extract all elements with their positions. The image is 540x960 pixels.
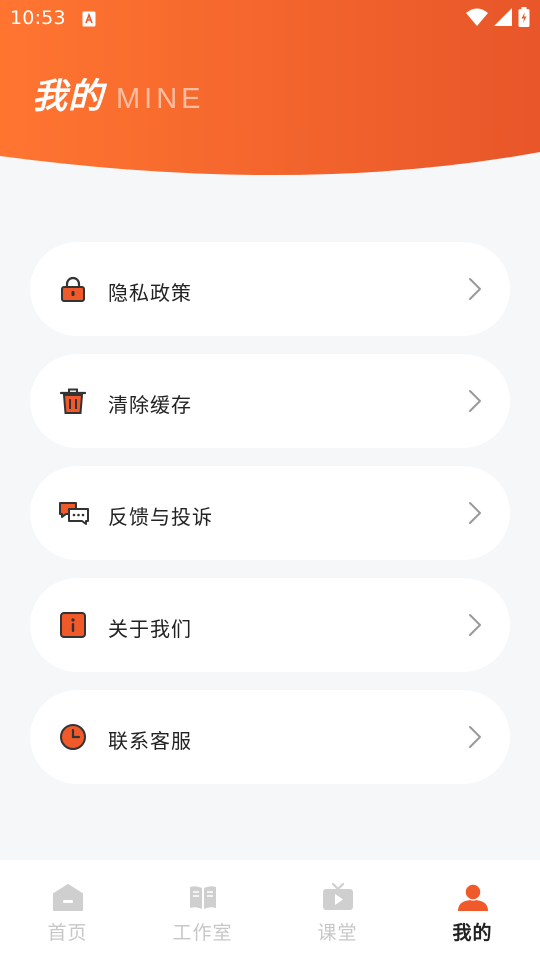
tab-studio[interactable]: 工作室 <box>135 860 270 960</box>
clock-icon <box>59 723 87 751</box>
tab-label: 工作室 <box>172 922 233 944</box>
status-time: 10:53 <box>10 7 66 29</box>
menu-item-label: 联系客服 <box>108 729 192 753</box>
book-icon <box>187 882 219 912</box>
chevron-right-icon <box>468 501 482 525</box>
battery-charging-icon <box>518 7 530 32</box>
menu-item-label: 关于我们 <box>108 617 192 641</box>
app-notification-icon <box>82 10 96 32</box>
menu-item-label: 清除缓存 <box>108 393 192 417</box>
menu-item-about-us[interactable]: 关于我们 <box>30 578 510 672</box>
tv-play-icon <box>322 882 354 912</box>
chevron-right-icon <box>468 725 482 749</box>
tab-label: 首页 <box>47 922 88 944</box>
user-icon <box>457 882 489 912</box>
menu-item-contact-support[interactable]: 联系客服 <box>30 690 510 784</box>
page-title-subtitle: MINE <box>116 83 205 115</box>
wifi-icon <box>466 8 488 31</box>
tab-label: 课堂 <box>317 922 358 944</box>
menu-item-privacy-policy[interactable]: 隐私政策 <box>30 242 510 336</box>
tab-home[interactable]: 首页 <box>0 860 135 960</box>
lock-icon <box>59 275 87 303</box>
tab-classroom[interactable]: 课堂 <box>270 860 405 960</box>
page-title: 我的 MINE <box>32 68 205 119</box>
chat-bubbles-icon <box>59 499 89 527</box>
menu-item-feedback[interactable]: 反馈与投诉 <box>30 466 510 560</box>
cell-signal-icon <box>494 8 512 31</box>
tab-mine[interactable]: 我的 <box>405 860 540 960</box>
settings-menu: 隐私政策 清除缓存 反馈与投诉 关于我们 联系客服 <box>30 242 510 802</box>
status-icons <box>466 7 530 32</box>
info-icon <box>59 611 87 639</box>
chevron-right-icon <box>468 613 482 637</box>
menu-item-clear-cache[interactable]: 清除缓存 <box>30 354 510 448</box>
menu-item-label: 反馈与投诉 <box>108 505 213 529</box>
chevron-right-icon <box>468 389 482 413</box>
trash-icon <box>59 387 87 415</box>
menu-item-label: 隐私政策 <box>108 281 192 305</box>
bottom-tab-bar: 首页 工作室 课堂 我的 <box>0 860 540 960</box>
tab-label: 我的 <box>452 922 493 944</box>
home-icon <box>52 882 84 912</box>
status-bar: 10:53 <box>0 0 540 36</box>
page-title-main: 我的 <box>32 77 105 117</box>
chevron-right-icon <box>468 277 482 301</box>
